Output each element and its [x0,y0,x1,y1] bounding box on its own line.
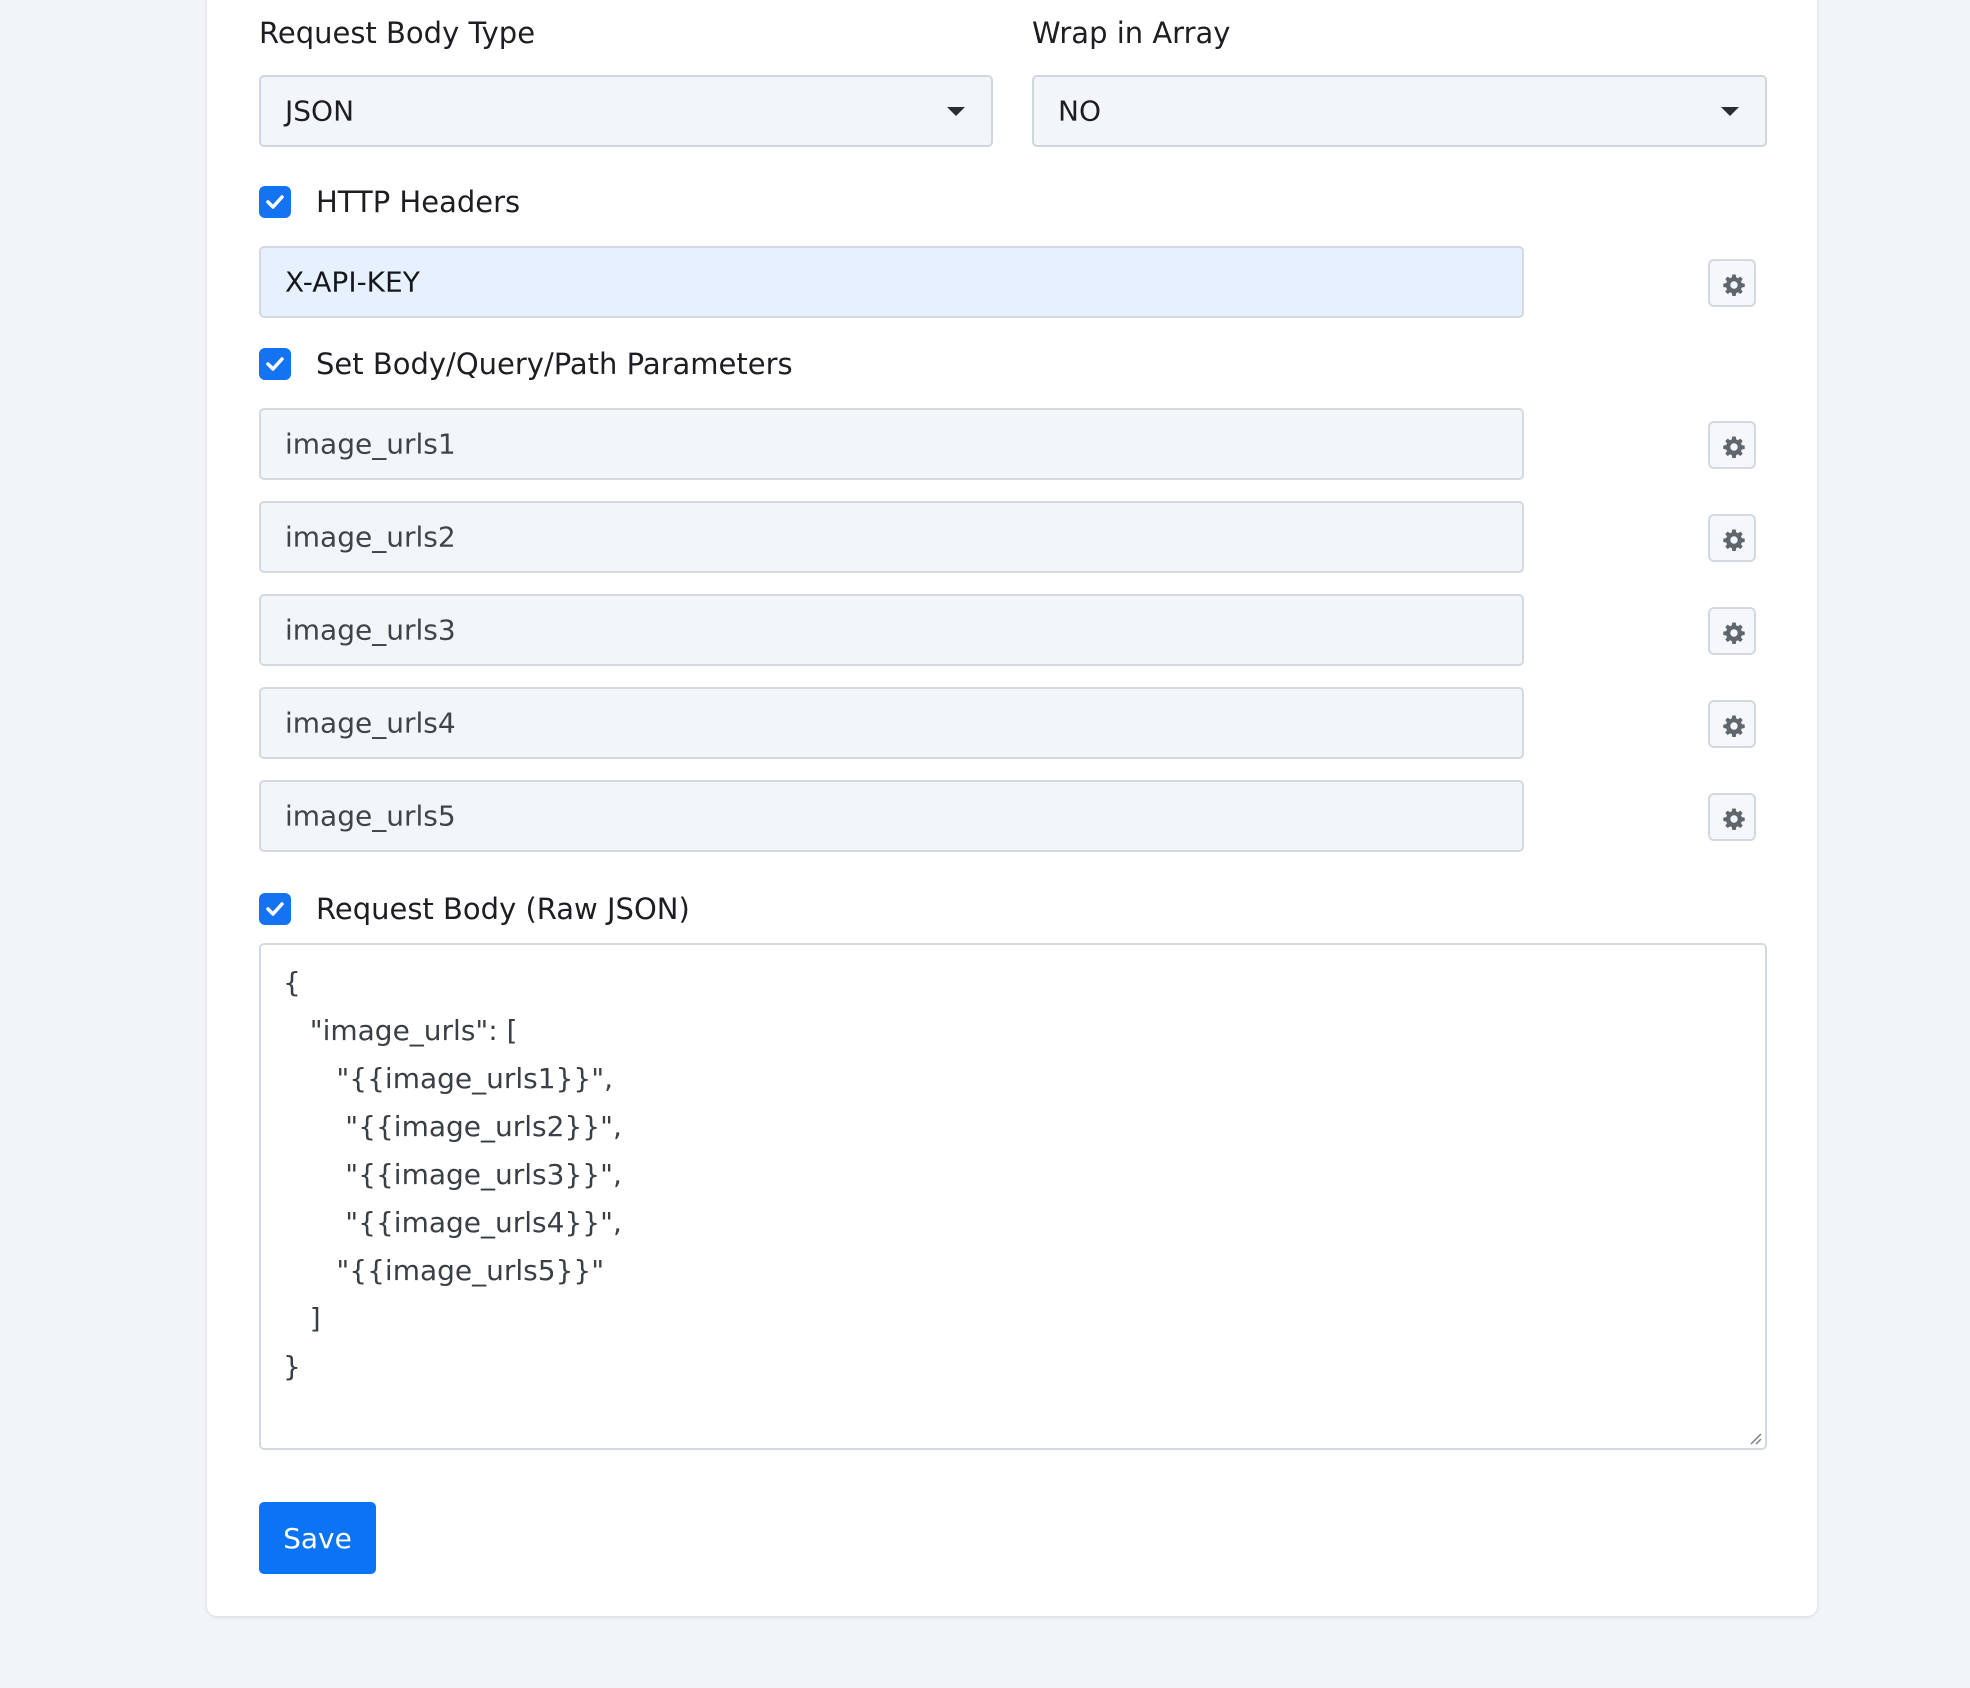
header-name: X-API-KEY [285,265,420,299]
chevron-down-icon [947,107,965,116]
check-icon [266,195,284,209]
http-headers-label: HTTP Headers [316,185,521,219]
header-settings-button[interactable] [1708,259,1756,307]
parameter-name: image_urls1 [285,427,456,461]
request-body-type-value: JSON [285,94,355,128]
parameter-name: image_urls4 [285,706,456,740]
parameter-settings-button-1[interactable] [1708,421,1756,469]
parameter-name: image_urls5 [285,799,456,833]
check-icon [266,902,284,916]
wrap-in-array-value: NO [1058,94,1101,128]
parameter-name: image_urls2 [285,520,456,554]
resize-handle-icon[interactable] [1747,1430,1763,1446]
wrap-in-array-select[interactable]: NO [1032,75,1767,147]
parameter-field-2[interactable]: image_urls2 [259,501,1524,573]
gear-icon [1723,436,1745,458]
raw-json-textarea[interactable]: { "image_urls": [ "{{image_urls1}}", "{{… [259,943,1767,1450]
request-body-type-label: Request Body Type [259,16,536,50]
gear-icon [1723,808,1745,830]
gear-icon [1723,622,1745,644]
header-field[interactable]: X-API-KEY [259,246,1524,318]
raw-json-checkbox[interactable] [259,893,291,925]
parameter-name: image_urls3 [285,613,456,647]
request-body-type-select[interactable]: JSON [259,75,993,147]
parameter-settings-button-3[interactable] [1708,607,1756,655]
parameters-label: Set Body/Query/Path Parameters [316,347,793,381]
raw-json-content: { "image_urls": [ "{{image_urls1}}", "{{… [283,966,622,1383]
raw-json-label: Request Body (Raw JSON) [316,892,690,926]
gear-icon [1723,274,1745,296]
parameter-field-5[interactable]: image_urls5 [259,780,1524,852]
parameters-checkbox[interactable] [259,348,291,380]
parameter-settings-button-4[interactable] [1708,700,1756,748]
save-button[interactable]: Save [259,1502,376,1574]
wrap-in-array-label: Wrap in Array [1032,16,1231,50]
check-icon [266,357,284,371]
parameter-field-3[interactable]: image_urls3 [259,594,1524,666]
chevron-down-icon [1721,107,1739,116]
parameter-field-4[interactable]: image_urls4 [259,687,1524,759]
http-headers-checkbox[interactable] [259,186,291,218]
gear-icon [1723,715,1745,737]
parameter-settings-button-2[interactable] [1708,514,1756,562]
parameter-settings-button-5[interactable] [1708,793,1756,841]
parameter-field-1[interactable]: image_urls1 [259,408,1524,480]
gear-icon [1723,529,1745,551]
